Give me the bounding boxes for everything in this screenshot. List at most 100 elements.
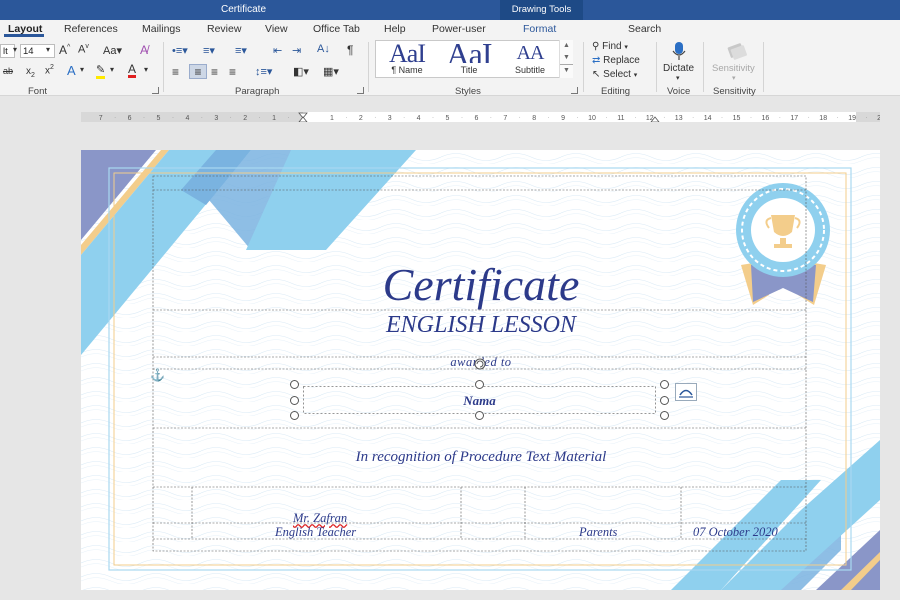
search-box[interactable]: Search — [628, 23, 661, 35]
tab-help[interactable]: Help — [384, 23, 406, 35]
dictate-dropdown-icon[interactable]: ▾ — [676, 74, 680, 82]
numbering-icon[interactable]: ≡▾ — [203, 44, 215, 57]
change-case-icon[interactable]: Aa▾ — [103, 44, 122, 57]
resize-handle-top-right[interactable] — [660, 380, 669, 389]
parents-label: Parents — [579, 525, 618, 539]
tab-view[interactable]: View — [265, 23, 288, 35]
recipient-name[interactable]: Nama — [303, 393, 656, 409]
ruler-tick: · — [577, 115, 579, 121]
resize-handle-bottom-left[interactable] — [290, 411, 299, 420]
ruler-tick: · — [403, 115, 405, 121]
bullets-icon[interactable]: •≡▾ — [172, 44, 188, 57]
text-effects-icon[interactable]: A — [67, 63, 76, 78]
anchor-icon[interactable]: ⚓ — [150, 368, 165, 382]
align-left-icon[interactable]: ≡ — [172, 65, 179, 79]
replace-button[interactable]: ⇄ Replace — [592, 55, 640, 66]
clear-formatting-icon[interactable]: A̸ — [140, 43, 148, 57]
find-button[interactable]: ⚲ Find ▾ — [592, 41, 628, 52]
ruler-tick: · — [288, 115, 290, 121]
paragraph-dialog-launcher-icon[interactable] — [357, 87, 364, 94]
center-align-icon[interactable]: ≡ — [189, 64, 207, 79]
borders-icon[interactable]: ▦▾ — [323, 65, 339, 78]
highlight-color-icon[interactable]: ✎ — [96, 65, 106, 79]
ruler-tick: · — [259, 115, 261, 121]
shading-icon[interactable]: ◧▾ — [293, 65, 309, 78]
resize-handle-top-left[interactable] — [290, 380, 299, 389]
multilevel-list-icon[interactable]: ≡▾ — [235, 44, 247, 57]
ruler-tick: · — [663, 115, 665, 121]
show-formatting-marks-icon[interactable]: ¶ — [347, 43, 353, 57]
grow-font-icon[interactable]: A^ — [59, 43, 70, 57]
style-title[interactable]: AaI Title — [440, 41, 498, 77]
scroll-up-icon[interactable]: ▲ — [560, 40, 573, 52]
ruler-number: 1 — [272, 115, 276, 122]
resize-handle-top[interactable] — [475, 380, 484, 389]
font-color-dropdown-icon[interactable]: ▾ — [144, 65, 148, 74]
scroll-down-icon[interactable]: ▼ — [560, 52, 573, 64]
tab-office-tab[interactable]: Office Tab — [313, 23, 360, 35]
ruler-number: 8 — [532, 115, 536, 122]
style-name: Subtitle — [514, 65, 546, 75]
rotate-handle-icon[interactable] — [473, 357, 487, 371]
name-textbox[interactable]: Nama — [303, 386, 656, 414]
select-button[interactable]: ↖ Select ▾ — [592, 69, 637, 80]
ruler-number: 7 — [99, 115, 103, 122]
resize-handle-bottom[interactable] — [475, 411, 484, 420]
ruler-tick: · — [721, 115, 723, 121]
ruler-number: 5 — [157, 115, 161, 122]
divider — [703, 42, 704, 92]
justify-icon[interactable]: ≡ — [229, 65, 236, 79]
superscript-icon[interactable]: x2 — [45, 64, 54, 76]
divider — [163, 42, 164, 92]
resize-handle-right[interactable] — [660, 396, 669, 405]
more-styles-icon[interactable]: ▼ — [560, 64, 573, 77]
ruler-number: 18 — [819, 115, 827, 122]
recognition-text: In recognition of Procedure Text Materia… — [355, 449, 607, 465]
styles-gallery[interactable]: AaI ¶ Name AaI Title AA Subtitle — [375, 40, 573, 78]
decrease-indent-icon[interactable]: ⇤ — [273, 44, 282, 57]
font-name-dropdown-icon[interactable]: ▾ — [13, 45, 17, 54]
ruler-number: 19 — [848, 115, 856, 122]
ruler-number: 4 — [417, 115, 421, 122]
tab-mailings[interactable]: Mailings — [142, 23, 181, 35]
ruler-tick: · — [201, 115, 203, 121]
style-subtitle[interactable]: AA Subtitle — [501, 41, 559, 77]
line-spacing-icon[interactable]: ↕≡▾ — [255, 65, 272, 78]
ruler-tick: · — [230, 115, 232, 121]
increase-indent-icon[interactable]: ⇥ — [292, 44, 301, 57]
style-normal[interactable]: AaI ¶ Name — [378, 41, 436, 77]
select-icon: ↖ — [592, 69, 601, 80]
tab-review[interactable]: Review — [207, 23, 241, 35]
text-effects-dropdown-icon[interactable]: ▾ — [80, 65, 84, 74]
layout-options-button[interactable] — [675, 383, 697, 401]
ruler-number: 14 — [704, 115, 712, 122]
sort-icon[interactable]: A↓ — [317, 43, 330, 55]
certificate-date: 07 October 2020 — [693, 525, 778, 539]
find-icon: ⚲ — [592, 41, 600, 52]
highlight-dropdown-icon[interactable]: ▾ — [110, 65, 114, 74]
dictate-button[interactable]: Dictate — [663, 63, 694, 74]
tab-format[interactable]: Format — [523, 23, 556, 35]
shrink-font-icon[interactable]: Av — [78, 43, 89, 56]
certificate-subtitle: ENGLISH LESSON — [385, 312, 577, 338]
ruler-tick: · — [866, 115, 868, 121]
ruler-tick: · — [172, 115, 174, 121]
font-dialog-launcher-icon[interactable] — [152, 87, 159, 94]
font-color-icon[interactable]: A — [128, 63, 137, 78]
microphone-icon[interactable] — [671, 41, 687, 61]
tab-references[interactable]: References — [64, 23, 118, 35]
strikethrough-icon[interactable]: ab — [3, 66, 13, 76]
styles-gallery-scroll[interactable]: ▲ ▼ ▼ — [559, 40, 573, 78]
tab-power-user[interactable]: Power-user — [432, 23, 486, 35]
ruler-tick: · — [750, 115, 752, 121]
styles-dialog-launcher-icon[interactable] — [571, 87, 578, 94]
resize-handle-bottom-right[interactable] — [660, 411, 669, 420]
divider — [656, 42, 657, 92]
horizontal-ruler[interactable]: 7 · 6 · 5 · 4 · 3 · 2 · 1 · 1 · 2 · 3 · 4 · 5 · 6 · 7 · 8 · 9 · 10 · 11 · 12… — [81, 112, 880, 122]
subscript-icon[interactable]: x2 — [26, 66, 35, 79]
font-size-dropdown-icon[interactable]: ▾ — [46, 45, 50, 54]
resize-handle-left[interactable] — [290, 396, 299, 405]
style-name: ¶ Name — [391, 65, 423, 75]
ruler-number: 16 — [762, 115, 770, 122]
align-right-icon[interactable]: ≡ — [211, 65, 218, 79]
